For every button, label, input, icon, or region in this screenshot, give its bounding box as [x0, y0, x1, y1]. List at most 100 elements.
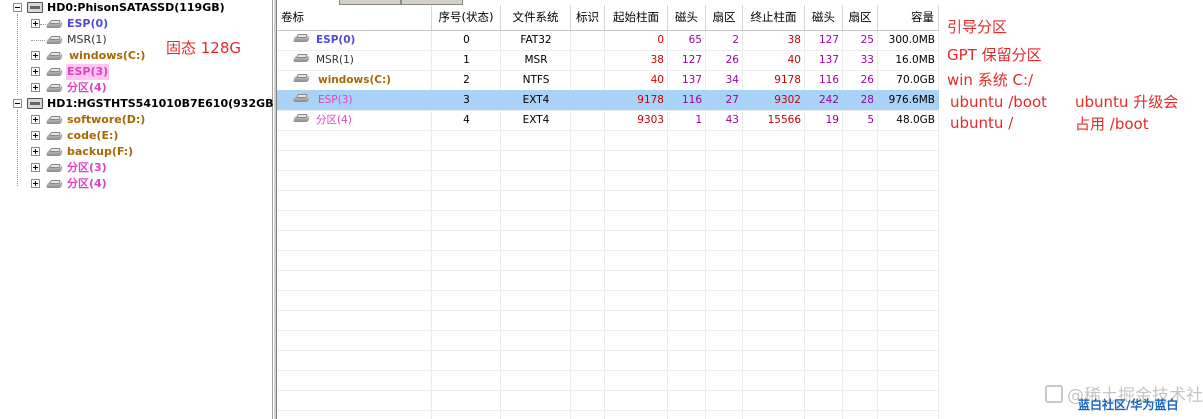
cell-end-cylinder: 40	[787, 54, 801, 66]
cell-start-sector: 43	[725, 114, 739, 126]
cell-label: MSR(1)	[316, 54, 354, 66]
column-header-end-cylinder[interactable]: 终止柱面	[743, 5, 805, 30]
cell-label: ESP(3)	[318, 94, 353, 106]
partition-icon	[47, 148, 62, 156]
expand-icon[interactable]	[31, 179, 40, 188]
column-header-filesystem[interactable]: 文件系统	[501, 5, 571, 30]
annotation-gpt-reserved: GPT 保留分区	[947, 46, 1042, 64]
cell-end-cylinder: 15566	[767, 114, 801, 126]
tree-partition-3[interactable]: 分区(3)	[0, 160, 272, 176]
expand-icon[interactable]	[31, 67, 40, 76]
column-header-flag[interactable]: 标识	[571, 5, 605, 30]
partition-icon	[294, 54, 309, 62]
grid-line	[277, 250, 939, 251]
tree-partition-4b[interactable]: 分区(4)	[0, 176, 272, 192]
cell-index: 0	[463, 34, 470, 46]
tree-line	[31, 40, 45, 41]
cell-start-sector: 26	[725, 54, 739, 66]
cell-flag	[571, 50, 605, 70]
tree-partition-label: MSR(1)	[67, 33, 107, 46]
cell-end-cylinder: 9178	[774, 74, 801, 86]
grid-line	[277, 230, 939, 231]
expand-icon[interactable]	[31, 51, 40, 60]
cell-size: 70.0GB	[896, 74, 935, 86]
grid-line	[277, 370, 939, 371]
column-header-end-sector[interactable]: 扇区	[843, 5, 878, 30]
tree-partition-label: 分区(3)	[67, 161, 107, 174]
cell-start-sector: 2	[732, 34, 739, 46]
annotation-boot-partition: 引导分区	[947, 18, 1008, 36]
tree-partition-software-d[interactable]: softwore(D:)	[0, 112, 272, 128]
tree-partition-code-e[interactable]: code(E:)	[0, 128, 272, 144]
expand-icon[interactable]	[31, 147, 40, 156]
cell-label: ESP(0)	[316, 34, 356, 46]
tree-partition-label: ESP(3)	[66, 64, 110, 80]
grid-line	[277, 150, 939, 151]
grid-line	[277, 290, 939, 291]
column-header-label[interactable]: 卷标	[277, 5, 432, 30]
cell-end-cylinder: 38	[787, 34, 801, 46]
collapse-icon[interactable]	[13, 99, 22, 108]
cell-end-sector: 5	[867, 114, 874, 126]
disk-tree[interactable]: HD0:PhisonSATASSD(119GB) ESP(0) MSR(1) w…	[0, 0, 279, 419]
expand-icon[interactable]	[31, 131, 40, 140]
hard-disk-icon	[27, 2, 43, 13]
grid-line	[277, 270, 939, 271]
tree-partition-esp3[interactable]: ESP(3)	[0, 64, 272, 80]
cell-index: 4	[463, 114, 470, 126]
annotation-win-system: win 系统 C:/	[947, 71, 1034, 89]
tree-partition-backup-f[interactable]: backup(F:)	[0, 144, 272, 160]
collapse-icon[interactable]	[13, 3, 22, 12]
table-row-selected[interactable]: ESP(3) 3 EXT4 9178 116 27 9302 242 28 97…	[277, 90, 939, 110]
cell-end-sector: 33	[860, 54, 874, 66]
cell-end-head: 242	[818, 94, 839, 106]
grid-line	[277, 390, 939, 391]
column-header-start-cylinder[interactable]: 起始柱面	[605, 5, 668, 30]
column-header-start-head[interactable]: 磁头	[668, 5, 706, 30]
grid-line	[277, 190, 939, 191]
cell-filesystem: FAT32	[520, 34, 552, 46]
cell-size: 16.0MB	[895, 54, 935, 66]
annotation-ubuntu-boot: ubuntu /boot	[950, 93, 1048, 111]
expand-icon[interactable]	[31, 115, 40, 124]
cell-end-sector: 25	[860, 34, 874, 46]
partition-icon	[294, 94, 309, 102]
cell-label: windows(C:)	[318, 74, 391, 86]
tree-partition-label: 分区(4)	[67, 81, 107, 94]
cell-start-cylinder: 9178	[637, 94, 664, 106]
table-header: 卷标 序号(状态) 文件系统 标识 起始柱面 磁头 扇区 终止柱面 磁头 扇区 …	[277, 5, 939, 31]
cell-flag	[571, 90, 605, 110]
tree-disk-hd1[interactable]: HD1:HGSTHTS541010B7E610(932GB)	[0, 96, 279, 112]
column-header-start-sector[interactable]: 扇区	[706, 5, 743, 30]
table-row[interactable]: ESP(0) 0 FAT32 0 65 2 38 127 25 300.0MB	[277, 30, 939, 50]
table-row[interactable]: 分区(4) 4 EXT4 9303 1 43 15566 19 5 48.0GB	[277, 110, 939, 130]
column-header-size[interactable]: 容量	[878, 5, 939, 30]
tree-disk-label: HD0:PhisonSATASSD(119GB)	[47, 1, 225, 14]
grid-line	[277, 310, 939, 311]
column-header-end-head[interactable]: 磁头	[805, 5, 843, 30]
cell-start-cylinder: 38	[650, 54, 664, 66]
partition-icon	[294, 34, 309, 42]
expand-icon[interactable]	[31, 19, 40, 28]
table-row[interactable]: windows(C:) 2 NTFS 40 137 34 9178 116 26…	[277, 70, 939, 90]
tree-partition-4[interactable]: 分区(4)	[0, 80, 272, 96]
partition-table-pane: 卷标 序号(状态) 文件系统 标识 起始柱面 磁头 扇区 终止柱面 磁头 扇区 …	[277, 0, 1203, 419]
tree-disk-hd0[interactable]: HD0:PhisonSATASSD(119GB)	[0, 0, 272, 16]
partition-icon	[47, 84, 62, 92]
column-header-index[interactable]: 序号(状态)	[432, 5, 501, 30]
cell-index: 1	[463, 54, 470, 66]
cell-label: 分区(4)	[316, 114, 352, 126]
annotation-ubuntu-root: ubuntu /	[950, 114, 1014, 132]
brand-label: 蓝白社区/华为蓝白	[1078, 398, 1179, 412]
expand-icon[interactable]	[31, 163, 40, 172]
cell-filesystem: EXT4	[522, 114, 550, 126]
cell-index: 2	[463, 74, 470, 86]
expand-icon[interactable]	[31, 83, 40, 92]
grid-line	[277, 410, 939, 411]
grid-line	[277, 130, 939, 131]
table-row[interactable]: MSR(1) 1 MSR 38 127 26 40 137 33 16.0MB	[277, 50, 939, 70]
tree-partition-esp0[interactable]: ESP(0)	[0, 16, 272, 32]
cell-filesystem: MSR	[524, 54, 548, 66]
cell-end-head: 127	[818, 34, 839, 46]
tree-partition-label: ESP(0)	[67, 17, 109, 30]
